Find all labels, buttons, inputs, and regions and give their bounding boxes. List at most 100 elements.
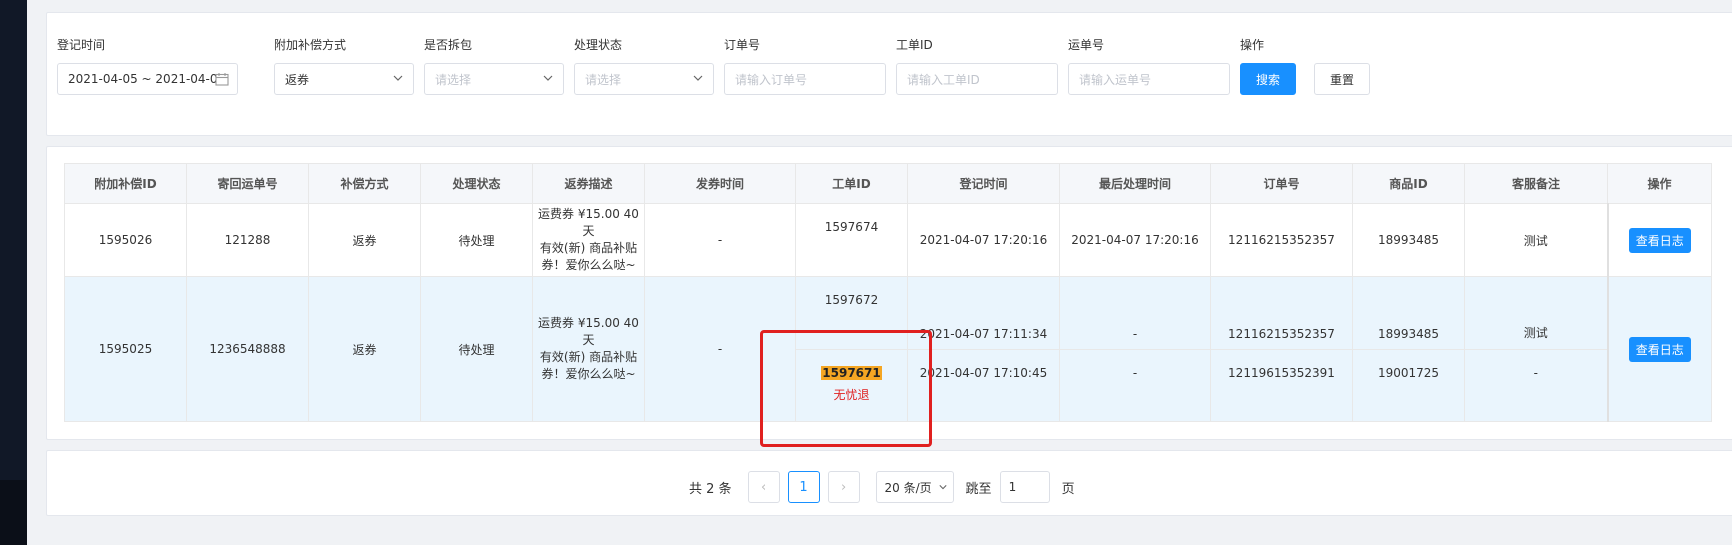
cell-method: 返券 (308, 203, 421, 277)
cell-coupon-time: - (644, 203, 796, 277)
header-status: 处理状态 (420, 163, 533, 204)
header-ticket-id: 工单ID (795, 163, 908, 204)
table-row: 1595026 121288 返券 待处理 运费券 ¥15.00 40天 有效(… (64, 203, 1712, 277)
next-page-button[interactable]: › (827, 471, 860, 503)
filter-order-no: 订单号 请输入订单号 (724, 37, 886, 95)
cell-status: 待处理 (420, 276, 533, 422)
filter-actions: 操作 (1240, 37, 1380, 53)
prev-page-button[interactable]: ‹ (747, 471, 780, 503)
pagination: 共 2 条 ‹ 1 › 20 条/页 跳至 1 页 (689, 471, 1075, 503)
cell-action: 查看日志 (1606, 203, 1712, 277)
actions-label: 操作 (1240, 38, 1265, 52)
cell-last-time: - (1059, 349, 1211, 422)
filter-process-status: 处理状态 请选择 (574, 37, 714, 95)
coupon-desc-line: 运费券 ¥15.00 40天 (538, 316, 639, 347)
cell-last-time: 2021-04-07 17:20:16 (1059, 203, 1211, 277)
page-size-select[interactable]: 20 条/页 (875, 471, 954, 503)
is-split-placeholder: 请选择 (435, 72, 472, 87)
cell-order-no: 12116215352357 (1210, 203, 1353, 277)
cell-compensation-id: 1595026 (64, 203, 187, 277)
view-log-button[interactable]: 查看日志 (1628, 336, 1691, 362)
cell-remark: - (1464, 349, 1608, 422)
page-1-button[interactable]: 1 (787, 471, 820, 503)
cell-register-time: 2021-04-07 17:10:45 (907, 349, 1060, 422)
is-split-label: 是否拆包 (424, 38, 473, 52)
left-dark-edge-lower (0, 480, 27, 545)
filter-compensation-method: 附加补偿方式 返券 (274, 37, 414, 95)
page-size-value: 20 条/页 (884, 480, 932, 495)
register-time-range-input[interactable]: 2021-04-05 ~ 2021-04-09 (57, 63, 238, 95)
table-header-row: 附加补偿ID 寄回运单号 补偿方式 处理状态 返券描述 发券时间 工单ID 登记… (64, 163, 1712, 204)
compensation-method-select[interactable]: 返券 (274, 63, 414, 95)
cell-product-id: 18993485 (1352, 276, 1465, 350)
register-time-label: 登记时间 (57, 38, 106, 52)
cell-remark: 测试 (1464, 276, 1608, 350)
header-compensation-id: 附加补偿ID (64, 163, 187, 204)
compensation-method-value: 返券 (285, 72, 310, 87)
ticket-id-label: 工单ID (896, 38, 933, 52)
header-product-id: 商品ID (1352, 163, 1465, 204)
filter-waybill-no: 运单号 请输入运单号 (1068, 37, 1230, 95)
header-method: 补偿方式 (308, 163, 421, 204)
header-action: 操作 (1607, 163, 1712, 204)
ticket-id-placeholder: 请输入工单ID (907, 72, 980, 87)
order-no-input[interactable]: 请输入订单号 (724, 63, 886, 95)
waybill-no-input[interactable]: 请输入运单号 (1068, 63, 1230, 95)
header-remark: 客服备注 (1464, 163, 1608, 204)
process-status-select[interactable]: 请选择 (574, 63, 714, 95)
view-log-button[interactable]: 查看日志 (1628, 227, 1691, 253)
cell-remark: 测试 (1464, 203, 1608, 277)
cell-compensation-id: 1595025 (64, 276, 187, 422)
cell-status: 待处理 (420, 203, 533, 277)
filter-register-time: 登记时间 2021-04-05 ~ 2021-04-09 (57, 37, 238, 95)
cell-ticket-id: 1597672 (795, 276, 908, 350)
chevron-down-icon (543, 75, 553, 81)
filter-is-split: 是否拆包 请选择 (424, 37, 564, 95)
jump-page-input[interactable]: 1 (999, 471, 1050, 503)
cell-product-id: 18993485 (1352, 203, 1465, 277)
table-row: 1595025 1236548888 返券 待处理 运费券 ¥15.00 40天… (64, 276, 1712, 422)
coupon-desc-line: 有效(新) 商品补贴 (539, 350, 638, 364)
cell-coupon-time: - (644, 276, 796, 422)
order-no-label: 订单号 (724, 38, 761, 52)
cell-coupon-desc: 运费券 ¥15.00 40天 有效(新) 商品补贴 券！爱你么么哒~ (532, 276, 645, 422)
cell-order-no: 12116215352357 (1210, 276, 1353, 350)
calendar-icon[interactable] (215, 72, 229, 86)
reset-button[interactable]: 重置 (1314, 63, 1370, 95)
filter-ticket-id: 工单ID 请输入工单ID (896, 37, 1058, 95)
coupon-desc-line: 运费券 ¥15.00 40天 (538, 207, 639, 238)
cell-ticket-id: 1597671 无忧退 (795, 349, 908, 422)
process-status-placeholder: 请选择 (585, 72, 622, 87)
cell-ticket-id: 1597674 (795, 203, 908, 277)
cell-return-waybill: 1236548888 (186, 276, 309, 422)
compensation-method-label: 附加补偿方式 (274, 38, 347, 52)
jump-label: 跳至 (965, 481, 992, 497)
chevron-down-icon (393, 75, 403, 81)
waybill-no-placeholder: 请输入运单号 (1079, 72, 1152, 87)
search-button[interactable]: 搜索 (1240, 63, 1296, 95)
header-return-waybill: 寄回运单号 (186, 163, 309, 204)
ticket-id-highlight: 1597671 (821, 366, 882, 380)
cell-register-time: 2021-04-07 17:11:34 (907, 276, 1060, 350)
ticket-id-input[interactable]: 请输入工单ID (896, 63, 1058, 95)
cell-register-time: 2021-04-07 17:20:16 (907, 203, 1060, 277)
chevron-right-icon: › (840, 479, 847, 495)
total-count: 共 2 条 (689, 481, 732, 497)
coupon-desc-line: 有效(新) 商品补贴 (539, 241, 638, 255)
page-unit-label: 页 (1061, 481, 1075, 497)
register-time-value: 2021-04-05 ~ 2021-04-09 (68, 72, 216, 86)
process-status-label: 处理状态 (574, 38, 623, 52)
header-register-time: 登记时间 (907, 163, 1060, 204)
is-split-select[interactable]: 请选择 (424, 63, 564, 95)
cell-coupon-desc: 运费券 ¥15.00 40天 有效(新) 商品补贴 券！爱你么么哒~ (532, 203, 645, 277)
cell-last-time: - (1059, 276, 1211, 350)
cell-action: 查看日志 (1606, 276, 1712, 422)
header-coupon-desc: 返券描述 (532, 163, 645, 204)
table-panel: 附加补偿ID 寄回运单号 补偿方式 处理状态 返券描述 发券时间 工单ID 登记… (46, 146, 1732, 440)
worry-free-return-tag: 无忧退 (833, 388, 870, 402)
chevron-down-icon (938, 485, 947, 490)
filter-panel: 登记时间 2021-04-05 ~ 2021-04-09 附加补偿方式 返券 是… (46, 12, 1732, 136)
order-no-placeholder: 请输入订单号 (735, 72, 808, 87)
header-order-no: 订单号 (1210, 163, 1353, 204)
chevron-down-icon (693, 75, 703, 81)
